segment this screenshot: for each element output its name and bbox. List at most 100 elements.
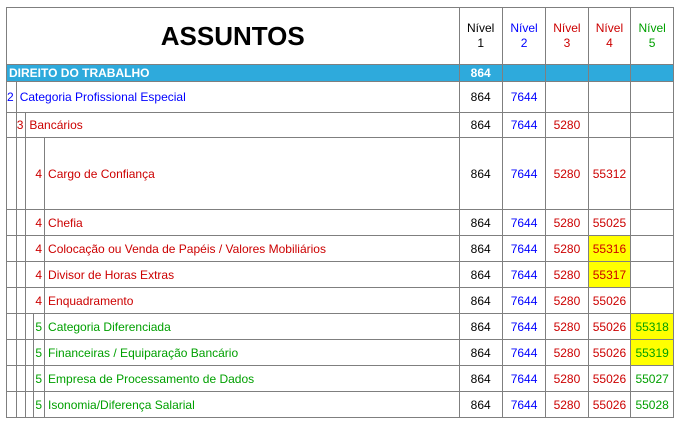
row-label: Empresa de Processamento de Dados xyxy=(44,365,460,392)
table-row: 5 Financeiras / Equiparação Bancário 864… xyxy=(6,339,674,366)
cell-level-2: 7644 xyxy=(501,391,547,418)
table-row: 2 Categoria Profissional Especial 864 76… xyxy=(6,81,674,113)
cell-level-4-highlighted: 55316 xyxy=(587,235,632,262)
indent-spacer xyxy=(6,261,17,288)
row-indicator: 4 xyxy=(25,261,46,288)
section-level-4 xyxy=(587,64,632,82)
cell-level-3 xyxy=(545,81,589,113)
cell-level-4: 55026 xyxy=(587,391,632,418)
table-row: 4 Divisor de Horas Extras 864 7644 5280 … xyxy=(6,261,674,288)
row-label: Divisor de Horas Extras xyxy=(44,261,460,288)
cell-level-5 xyxy=(630,137,674,210)
cell-level-3: 5280 xyxy=(545,261,589,288)
section-label: DIREITO DO TRABALHO xyxy=(6,64,460,82)
cell-level-1: 864 xyxy=(458,137,503,210)
cell-level-1: 864 xyxy=(458,339,503,366)
cell-level-5: 55027 xyxy=(630,365,674,392)
level-5-word: Nível xyxy=(638,21,666,35)
row-indicator: 5 xyxy=(33,313,46,340)
cell-level-5 xyxy=(630,112,674,138)
indent-spacer xyxy=(15,365,27,392)
table-row: 4 Chefia 864 7644 5280 55025 xyxy=(6,209,674,236)
cell-level-4: 55026 xyxy=(587,339,632,366)
cell-level-5-highlighted: 55319 xyxy=(630,339,674,366)
cell-level-2: 7644 xyxy=(501,287,547,314)
row-indicator: 5 xyxy=(33,365,46,392)
row-indicator: 5 xyxy=(33,339,46,366)
row-indicator: 4 xyxy=(25,209,46,236)
row-label: Financeiras / Equiparação Bancário xyxy=(44,339,460,366)
cell-level-1: 864 xyxy=(458,261,503,288)
cell-level-1: 864 xyxy=(458,235,503,262)
indent-spacer xyxy=(6,287,17,314)
indent-spacer xyxy=(6,235,17,262)
indent-spacer xyxy=(6,313,17,340)
level-5-num: 5 xyxy=(648,36,656,50)
level-1-num: 1 xyxy=(477,36,485,50)
section-row: DIREITO DO TRABALHO 864 xyxy=(6,64,674,82)
cell-level-5 xyxy=(630,261,674,288)
cell-level-3: 5280 xyxy=(545,209,589,236)
cell-level-2: 7644 xyxy=(501,112,547,138)
indent-spacer xyxy=(25,391,35,418)
row-label: Chefia xyxy=(44,209,460,236)
row-indicator: 5 xyxy=(33,391,46,418)
indent-spacer xyxy=(15,261,27,288)
cell-level-2: 7644 xyxy=(501,81,547,113)
cell-level-4-highlighted: 55317 xyxy=(587,261,632,288)
cell-level-4: 55026 xyxy=(587,313,632,340)
cell-level-4: 55026 xyxy=(587,365,632,392)
cell-level-2: 7644 xyxy=(501,365,547,392)
cell-level-1: 864 xyxy=(458,365,503,392)
row-indicator: 3 xyxy=(15,112,27,138)
cell-level-1: 864 xyxy=(458,209,503,236)
table-row: 5 Empresa de Processamento de Dados 864 … xyxy=(6,365,674,392)
row-label: Categoria Diferenciada xyxy=(44,313,460,340)
indent-spacer xyxy=(25,339,35,366)
table-row: 5 Categoria Diferenciada 864 7644 5280 5… xyxy=(6,313,674,340)
cell-level-4: 55025 xyxy=(587,209,632,236)
cell-level-2: 7644 xyxy=(501,209,547,236)
row-label: Bancários xyxy=(25,112,460,138)
cell-level-5 xyxy=(630,209,674,236)
indent-spacer xyxy=(15,313,27,340)
cell-level-2: 7644 xyxy=(501,313,547,340)
cell-level-3: 5280 xyxy=(545,313,589,340)
row-label: Cargo de Confiança xyxy=(44,137,460,210)
row-label: Categoria Profissional Especial xyxy=(15,81,460,113)
indent-spacer xyxy=(6,391,17,418)
indent-spacer xyxy=(6,209,17,236)
level-4-header: Nível 4 xyxy=(587,7,632,65)
level-2-word: Nível xyxy=(510,21,538,35)
cell-level-2: 7644 xyxy=(501,137,547,210)
level-2-header: Nível 2 xyxy=(501,7,547,65)
cell-level-5 xyxy=(630,81,674,113)
assuntos-table-wrapper: ASSUNTOS Nível 1 Nível 2 Nível 3 Nível 4 Nív… xyxy=(6,7,674,418)
cell-level-3: 5280 xyxy=(545,137,589,210)
row-indicator: 4 xyxy=(25,137,46,210)
level-5-header: Nível 5 xyxy=(630,7,674,65)
row-label: Enquadramento xyxy=(44,287,460,314)
level-3-word: Nível xyxy=(553,21,581,35)
section-level-3 xyxy=(545,64,589,82)
indent-spacer xyxy=(15,287,27,314)
cell-level-3: 5280 xyxy=(545,235,589,262)
cell-level-3: 5280 xyxy=(545,287,589,314)
section-level-1: 864 xyxy=(458,64,503,82)
page-title: ASSUNTOS xyxy=(6,7,460,65)
indent-spacer xyxy=(6,137,17,210)
level-2-num: 2 xyxy=(520,36,528,50)
indent-spacer xyxy=(6,339,17,366)
cell-level-1: 864 xyxy=(458,81,503,113)
level-3-header: Nível 3 xyxy=(545,7,589,65)
level-1-word: Nível xyxy=(467,21,495,35)
table-row: 4 Enquadramento 864 7644 5280 55026 xyxy=(6,287,674,314)
section-level-5 xyxy=(630,64,674,82)
assuntos-table: ASSUNTOS Nível 1 Nível 2 Nível 3 Nível 4 Nív… xyxy=(6,7,674,418)
indent-spacer xyxy=(15,137,27,210)
indent-spacer xyxy=(15,391,27,418)
level-1-header: Nível 1 xyxy=(458,7,503,65)
cell-level-2: 7644 xyxy=(501,235,547,262)
cell-level-5 xyxy=(630,287,674,314)
cell-level-2: 7644 xyxy=(501,261,547,288)
